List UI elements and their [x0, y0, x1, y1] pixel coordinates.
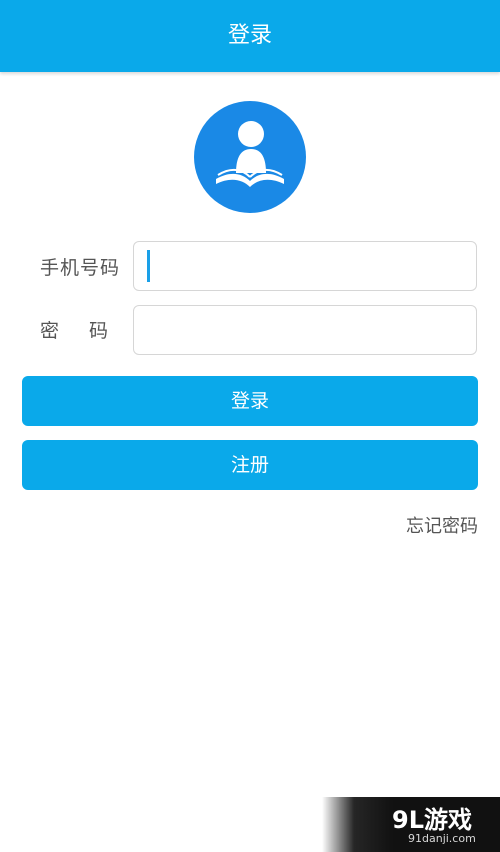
- reader-book-icon: [216, 121, 284, 187]
- app-header: 登录: [0, 0, 500, 72]
- password-label: 密码: [40, 320, 139, 342]
- register-button[interactable]: 注册: [22, 440, 478, 490]
- text-cursor: [147, 250, 150, 282]
- phone-input[interactable]: [133, 241, 477, 291]
- phone-label: 手机号码: [39, 257, 120, 279]
- watermark-brand: 9L游戏: [392, 806, 472, 834]
- watermark-site: 91danji.com: [408, 832, 476, 845]
- login-button[interactable]: 登录: [22, 376, 478, 426]
- page-title: 登录: [227, 23, 272, 48]
- forgot-password-link[interactable]: 忘记密码: [406, 512, 478, 538]
- password-input[interactable]: [133, 305, 477, 355]
- app-logo: [194, 101, 306, 213]
